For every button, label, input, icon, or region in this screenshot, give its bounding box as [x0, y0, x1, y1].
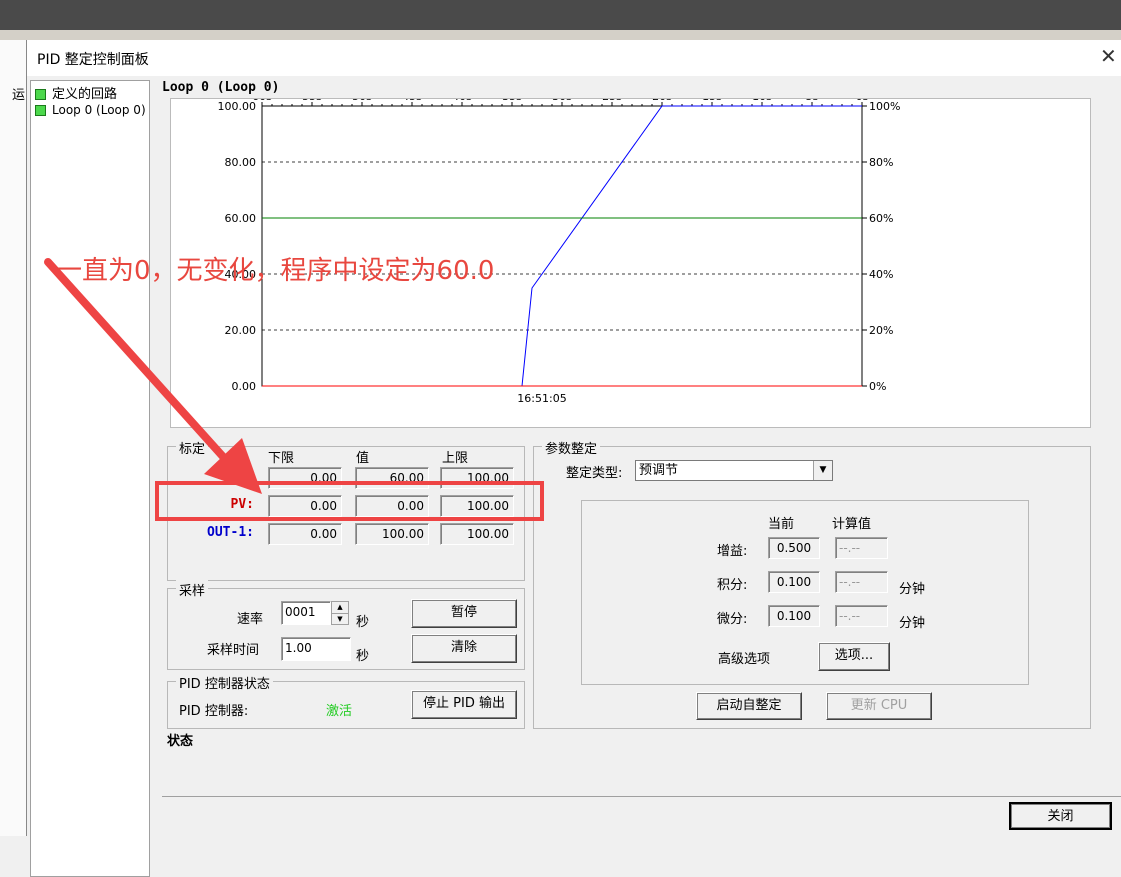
annotation-overlay [44, 258, 544, 521]
annotation-text: 一直为0，无变化，程序中设定为60.0 [56, 256, 495, 286]
annotation-arrow-shaft [44, 258, 230, 464]
annotation-highlight-box [155, 481, 544, 521]
